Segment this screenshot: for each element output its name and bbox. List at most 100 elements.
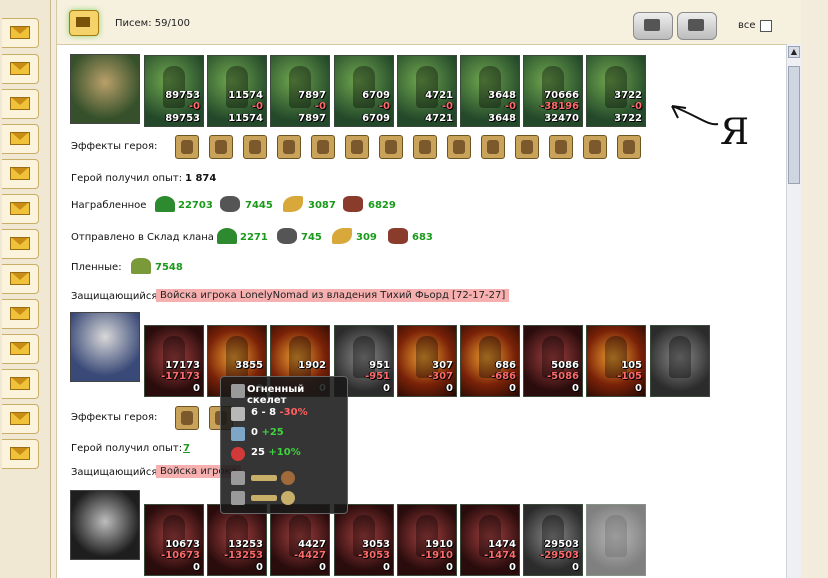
brick-icon	[388, 228, 408, 244]
defender-name[interactable]: Войска игрока LonelyNomad из владения Ти…	[156, 289, 510, 302]
unit-card	[650, 325, 710, 397]
home-button[interactable]	[69, 10, 99, 36]
envelope-icon	[10, 202, 30, 215]
exp-value[interactable]: 7	[183, 443, 190, 454]
scroll-up-icon[interactable]: ▲	[788, 46, 800, 58]
hero-effects-label: Эффекты героя:	[71, 412, 158, 423]
trash-icon	[688, 19, 704, 31]
select-all-label: все	[738, 20, 756, 31]
clan-brick: 683	[412, 232, 433, 243]
unit-card: 3648 -0 3648	[460, 55, 520, 127]
unit-card: 89753 -0 89753	[144, 55, 204, 127]
envelope-icon	[10, 342, 30, 355]
sidebar-mail-button[interactable]	[2, 299, 39, 329]
hero-effects-label: Эффекты героя:	[71, 141, 158, 152]
effect-icon[interactable]	[277, 135, 301, 159]
exp-value: 1 874	[185, 173, 217, 184]
sidebar-mail-button[interactable]	[2, 369, 39, 399]
effect-icon[interactable]	[175, 135, 199, 159]
effect-icon[interactable]	[379, 135, 403, 159]
sidebar-mail-button[interactable]	[2, 18, 39, 48]
effect-icon[interactable]	[311, 135, 335, 159]
unit-card: 11574 -0 11574	[207, 55, 267, 127]
effect-icon[interactable]	[209, 135, 233, 159]
clan-grain: 309	[356, 232, 377, 243]
sidebar-mail-button[interactable]	[2, 159, 39, 189]
unit-card: 4721 -0 4721	[397, 55, 457, 127]
envelope-icon	[10, 377, 30, 390]
brick-icon	[343, 196, 363, 212]
hero-portrait	[70, 312, 140, 382]
mail-action-button[interactable]	[633, 12, 673, 40]
envelope-icon	[10, 237, 30, 250]
envelope-icon	[10, 97, 30, 110]
unit-card: 17173 -17173 0	[144, 325, 204, 397]
arrow-annotation	[671, 105, 719, 126]
clan-ore: 745	[301, 232, 322, 243]
effect-icon[interactable]	[243, 135, 267, 159]
effect-icon[interactable]	[481, 135, 505, 159]
annotation-letter: Я	[720, 112, 750, 153]
effect-icon[interactable]	[175, 406, 199, 430]
sidebar-mail-button[interactable]	[2, 229, 39, 259]
effect-icon[interactable]	[515, 135, 539, 159]
shield-icon	[231, 427, 245, 441]
effect-icon[interactable]	[413, 135, 437, 159]
sidebar-mail-button[interactable]	[2, 404, 39, 434]
effect-icon[interactable]	[549, 135, 573, 159]
effect-icon[interactable]	[617, 135, 641, 159]
sword-icon	[251, 495, 277, 501]
scroll-thumb[interactable]	[788, 66, 800, 184]
unit-card: 10673 -10673 0	[144, 504, 204, 576]
sidebar-mail-button[interactable]	[2, 264, 39, 294]
sidebar-mail-button[interactable]	[2, 54, 39, 84]
effect-icon[interactable]	[447, 135, 471, 159]
loot-brick: 6829	[368, 200, 396, 211]
vertical-scrollbar[interactable]: ▲	[786, 44, 801, 578]
envelope-icon	[10, 272, 30, 285]
unit-card: 13253 -13253 0	[207, 504, 267, 576]
unit-card: 4427 -4427 0	[270, 504, 330, 576]
unit-card: 6709 -0 6709	[334, 55, 394, 127]
unit-card: 105 -105 0	[586, 325, 646, 397]
unit-card: 307 -307 0	[397, 325, 457, 397]
mail-toolbar: Писем: 59/100 все	[57, 0, 801, 45]
unit-card: 3053 -3053 0	[334, 504, 394, 576]
heart-icon	[231, 447, 245, 461]
exp-label: Герой получил опыт:	[71, 173, 183, 184]
ore-icon	[277, 228, 297, 244]
unit-card: 686 -686 0	[460, 325, 520, 397]
loot-grain: 3087	[308, 200, 336, 211]
sword-icon	[251, 475, 277, 481]
grain-icon	[283, 196, 303, 212]
clan-wood: 2271	[240, 232, 268, 243]
wood-icon	[155, 196, 175, 212]
prisoners-label: Пленные:	[71, 262, 122, 273]
sidebar-mail-button[interactable]	[2, 124, 39, 154]
tooltip-title: Огненный скелет	[247, 384, 305, 406]
sidebar-mail-button[interactable]	[2, 89, 39, 119]
prisoners-count: 7548	[155, 262, 183, 273]
horseshoe-icon	[281, 491, 295, 505]
select-all-checkbox[interactable]	[760, 20, 772, 32]
sidebar-mail-button[interactable]	[2, 194, 39, 224]
envelope-icon	[10, 307, 30, 320]
tooltip-attack: 6 - 8 -30%	[251, 407, 308, 418]
sword-icon	[231, 407, 245, 421]
envelope-icon	[644, 19, 660, 31]
helmet-icon	[231, 384, 245, 398]
unit-card: 1474 -1474 0	[460, 504, 520, 576]
helmet-icon	[231, 471, 245, 485]
envelope-icon	[10, 26, 30, 39]
loot-ore: 7445	[245, 200, 273, 211]
defender-label: Защищающийся	[71, 291, 158, 302]
sidebar-mail-button[interactable]	[2, 439, 39, 469]
effect-icon[interactable]	[345, 135, 369, 159]
envelope-icon	[10, 412, 30, 425]
envelope-icon	[10, 132, 30, 145]
effect-icon[interactable]	[583, 135, 607, 159]
hero-portrait	[70, 54, 140, 124]
sidebar-mail-button[interactable]	[2, 334, 39, 364]
loot-wood: 22703	[178, 200, 213, 211]
delete-button[interactable]	[677, 12, 717, 40]
